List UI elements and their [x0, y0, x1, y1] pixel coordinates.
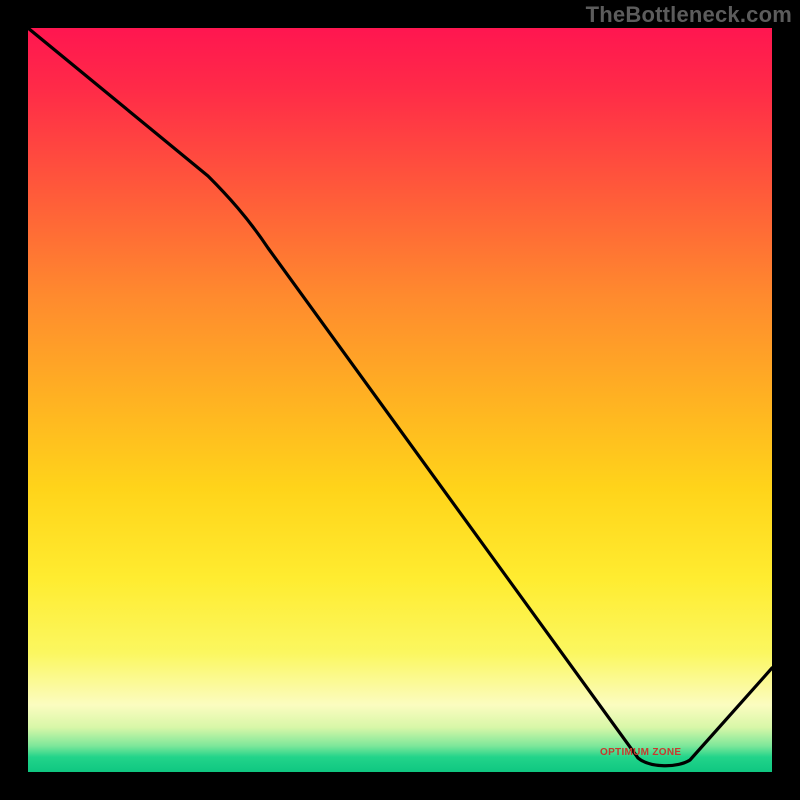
watermark-text: TheBottleneck.com	[586, 2, 792, 28]
optimum-marker-label: OPTIMUM ZONE	[600, 747, 681, 758]
bottleneck-curve	[28, 28, 772, 766]
plot-area: OPTIMUM ZONE	[28, 28, 772, 772]
curve-line	[28, 28, 772, 772]
chart-frame: TheBottleneck.com OPTIMUM ZONE	[0, 0, 800, 800]
